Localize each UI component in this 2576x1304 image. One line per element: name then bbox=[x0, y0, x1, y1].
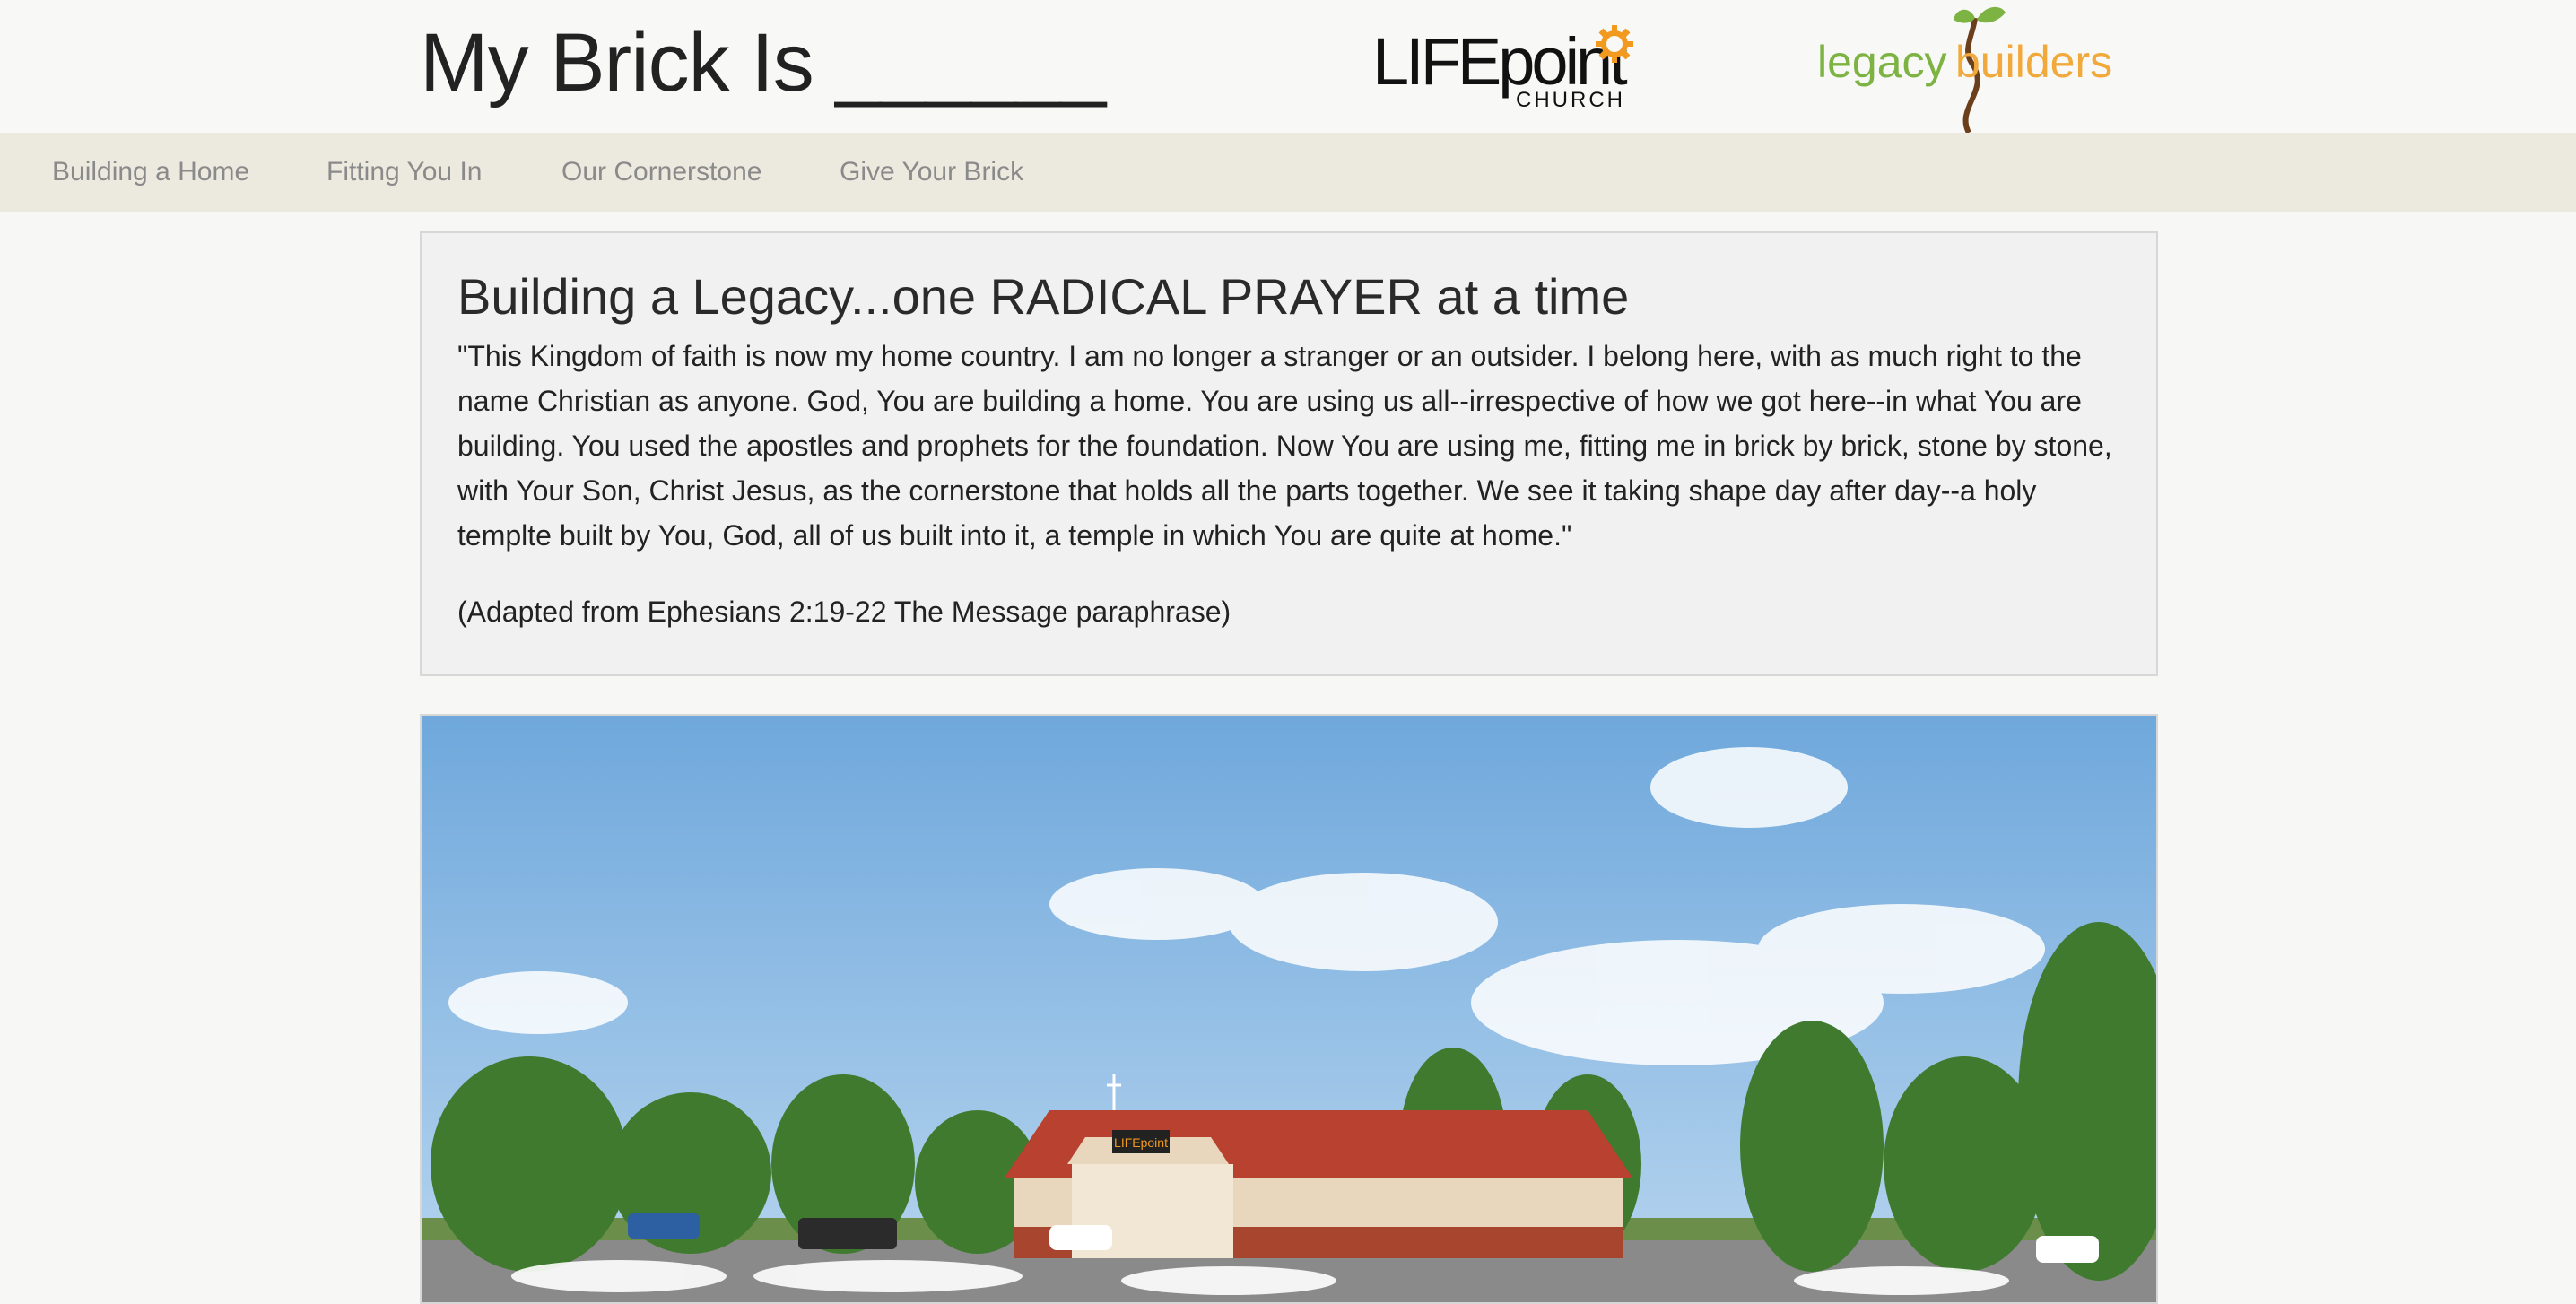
scripture-quote: "This Kingdom of faith is now my home co… bbox=[457, 340, 2112, 552]
lifepoint-logo-subtext: CHURCH bbox=[1516, 88, 1625, 112]
site-header: My Brick Is ______ LIFEpoint CHURCH lega… bbox=[0, 0, 2576, 133]
panel-title: Building a Legacy...one RADICAL PRAYER a… bbox=[457, 268, 1630, 325]
scripture-source: (Adapted from Ephesians 2:19-22 The Mess… bbox=[457, 595, 1231, 628]
builders-logo-word: builders bbox=[1955, 37, 2113, 87]
nav-item-give-your-brick[interactable]: Give Your Brick bbox=[840, 133, 1023, 212]
church-building-illustration: LIFEpoint bbox=[422, 716, 2156, 1302]
church-rendering-image: LIFEpoint bbox=[420, 714, 2158, 1304]
hero-sign-text: LIFEpoint bbox=[1114, 1135, 1168, 1150]
nav-item-our-cornerstone[interactable]: Our Cornerstone bbox=[561, 133, 761, 212]
nav-item-building-a-home[interactable]: Building a Home bbox=[52, 133, 249, 212]
prayer-panel: Building a Legacy...one RADICAL PRAYER a… bbox=[420, 231, 2158, 676]
lifepoint-church-logo[interactable]: LIFEpoint CHURCH bbox=[1372, 16, 1650, 115]
nav-item-fitting-you-in[interactable]: Fitting You In bbox=[326, 133, 482, 212]
site-title: My Brick Is ______ bbox=[420, 17, 1106, 109]
legacy-logo-word: legacy bbox=[1817, 37, 1947, 87]
main-nav: Building a Home Fitting You In Our Corne… bbox=[0, 133, 2576, 212]
gear-cross-icon bbox=[1596, 25, 1633, 63]
lifepoint-logo-text: LIFEpoint bbox=[1372, 24, 1628, 99]
legacy-builders-logo[interactable]: legacy builders bbox=[1812, 0, 2117, 133]
